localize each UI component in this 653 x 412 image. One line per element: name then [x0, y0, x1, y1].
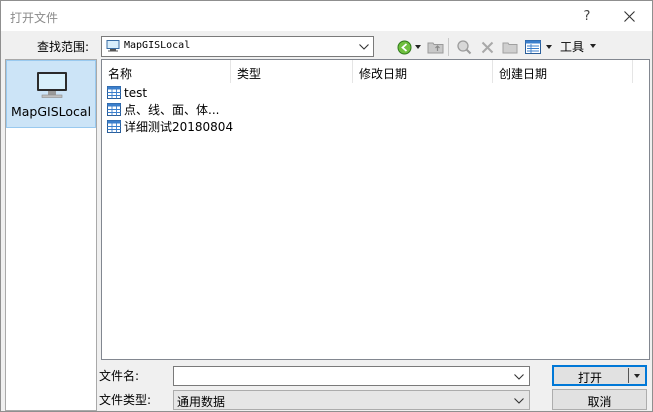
back-icon: [397, 40, 411, 54]
view-menu-button[interactable]: [524, 38, 542, 56]
dropdown-arrow-icon: [415, 45, 421, 49]
list-item[interactable]: test: [107, 84, 147, 101]
look-in-label: 查找范围:: [37, 40, 90, 54]
back-button[interactable]: [396, 38, 412, 56]
file-name-input[interactable]: [173, 366, 530, 386]
place-item-label: MapGISLocal: [10, 104, 92, 119]
column-header-modified[interactable]: 修改日期: [353, 60, 493, 83]
cancel-button[interactable]: 取消: [552, 389, 647, 410]
up-folder-button[interactable]: [426, 38, 444, 56]
place-item-mapgislocal[interactable]: MapGISLocal: [6, 60, 96, 128]
places-bar: MapGISLocal: [5, 59, 97, 411]
tools-dropdown-arrow-icon[interactable]: [590, 44, 596, 48]
search-web-icon: [457, 40, 472, 55]
new-folder-button[interactable]: [501, 38, 519, 56]
look-in-value: MapGISLocal: [124, 40, 191, 51]
chevron-down-icon[interactable]: [514, 374, 524, 380]
file-type-select[interactable]: 通用数据: [173, 390, 530, 410]
close-button[interactable]: [609, 1, 649, 31]
file-type-label: 文件类型:: [99, 393, 152, 407]
database-icon: [107, 86, 121, 99]
cancel-button-label: 取消: [587, 395, 612, 409]
list-item-name: 点、线、面、体...: [124, 103, 220, 117]
column-header-name[interactable]: 名称: [102, 60, 231, 83]
back-dropdown[interactable]: [414, 38, 422, 56]
open-button[interactable]: 打开: [552, 365, 647, 386]
open-button-label: 打开: [577, 371, 602, 385]
up-folder-icon: [427, 42, 443, 54]
dropdown-arrow-icon: [546, 45, 552, 49]
open-dropdown-arrow-icon[interactable]: [634, 374, 640, 378]
database-icon: [107, 120, 121, 133]
computer-icon: [37, 72, 67, 98]
chevron-down-icon[interactable]: [359, 44, 369, 50]
file-list[interactable]: 名称 类型 修改日期 创建日期 test 点、线、面、体... 详细测试2018…: [101, 59, 650, 360]
computer-icon: [106, 40, 120, 52]
list-item[interactable]: 点、线、面、体...: [107, 101, 219, 118]
open-file-dialog: 打开文件 ? 查找范围: MapGISLocal 工具 MapGISLocal …: [0, 0, 653, 412]
view-menu-icon: [525, 40, 541, 54]
toolbar-separator: [448, 38, 449, 56]
help-button[interactable]: ?: [567, 1, 607, 31]
list-item[interactable]: 详细测试20180804: [107, 118, 233, 135]
tools-menu-button[interactable]: 工具: [560, 38, 584, 55]
file-type-value: 通用数据: [177, 395, 226, 409]
column-header-created[interactable]: 创建日期: [493, 60, 633, 83]
chevron-down-icon[interactable]: [514, 398, 524, 404]
column-header-type[interactable]: 类型: [231, 60, 353, 83]
file-name-label: 文件名:: [99, 369, 140, 383]
delete-icon: [481, 41, 493, 53]
dialog-title: 打开文件: [10, 11, 59, 25]
new-folder-icon: [502, 42, 518, 53]
look-in-combo[interactable]: MapGISLocal: [101, 36, 374, 57]
close-icon: [623, 10, 635, 22]
title-bar: 打开文件 ?: [1, 1, 652, 31]
search-web-button[interactable]: [455, 38, 473, 56]
view-menu-dropdown[interactable]: [545, 38, 553, 56]
split-divider: [628, 368, 629, 383]
database-icon: [107, 103, 121, 116]
delete-button[interactable]: [479, 38, 495, 56]
list-item-name: test: [124, 85, 148, 100]
column-header-row: 名称 类型 修改日期 创建日期: [102, 60, 649, 83]
list-item-name: 详细测试20180804: [124, 120, 234, 134]
